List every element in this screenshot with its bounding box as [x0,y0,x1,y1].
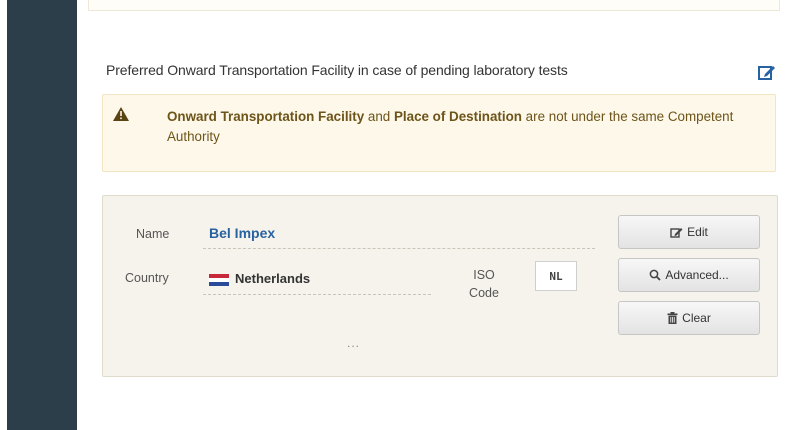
edit-icon [670,228,683,238]
search-icon [649,269,661,281]
warning-text-mid: and [364,109,394,124]
name-divider [203,248,595,249]
trash-icon [667,312,678,324]
iso-code-label: ISO Code [469,268,499,300]
facility-name[interactable]: Bel Impex [209,225,275,241]
previous-panel-bottom [88,0,780,11]
name-label: Name [136,227,170,241]
warning-alert: Onward Transportation Facility and Place… [102,94,776,172]
edit-icon[interactable] [757,63,777,81]
edit-button[interactable]: Edit [618,215,760,249]
country-label: Country [125,271,169,285]
warning-triangle-icon [113,107,129,121]
warning-bold-2: Place of Destination [393,109,522,124]
netherlands-flag-icon [209,274,229,286]
facility-card: Name Bel Impex Country Netherlands ISO C… [102,195,778,377]
country-value: Netherlands [235,271,311,286]
warning-message: Onward Transportation Facility and Place… [167,107,767,147]
advanced-button-label: Advanced... [665,268,729,282]
section-title: Preferred Onward Transportation Facility… [106,62,568,78]
edit-button-label: Edit [687,225,708,239]
clear-button[interactable]: Clear [618,301,760,335]
left-edge [0,0,7,430]
advanced-button[interactable]: Advanced... [618,258,760,292]
iso-code-value: NL [535,261,577,291]
warning-bold-1: Onward Transportation Facility [167,109,365,124]
country-divider [203,294,431,295]
clear-button-label: Clear [682,311,711,325]
sidebar [7,0,77,430]
more-indicator: ... [347,336,361,350]
